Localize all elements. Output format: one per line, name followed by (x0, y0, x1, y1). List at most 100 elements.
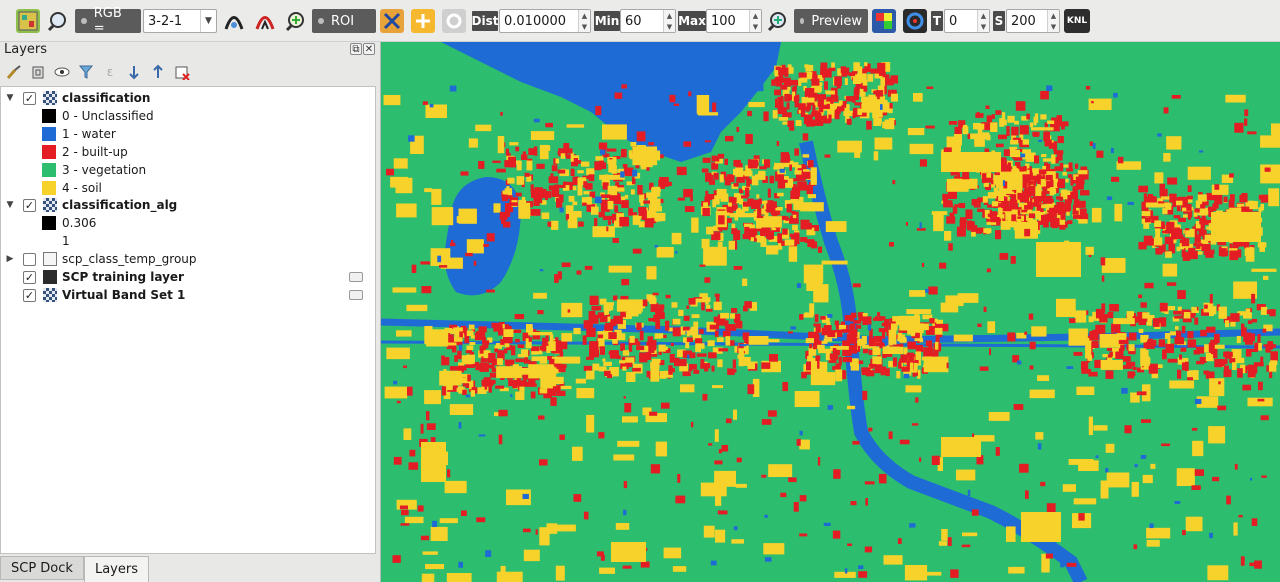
chevron-down-icon[interactable]: ▼ (5, 93, 15, 103)
chevron-down-icon[interactable]: ▼ (5, 200, 15, 210)
builtup-patch (907, 341, 916, 350)
soil-patch (656, 247, 674, 258)
builtup-patch (911, 423, 919, 426)
filter-icon[interactable] (76, 62, 96, 82)
add-roi-icon[interactable] (411, 9, 435, 33)
close-panel-icon[interactable]: ✕ (363, 43, 375, 55)
tab-scp-dock[interactable]: SCP Dock (0, 556, 84, 580)
soil-patch (1199, 208, 1208, 216)
builtup-patch (928, 286, 938, 295)
visibility-checkbox[interactable]: ✓ (23, 198, 36, 212)
preview-toggle[interactable]: Preview (794, 9, 868, 33)
redo-preview-icon[interactable] (872, 9, 896, 33)
soil-patch (509, 142, 519, 146)
layer-row-training[interactable]: ✓ SCP training layer (1, 268, 371, 286)
builtup-patch (1105, 370, 1114, 379)
knl-icon[interactable]: KNL (1064, 9, 1090, 33)
rgb-value: 3-2-1 (148, 13, 183, 29)
legend-item: 0.306 (1, 214, 371, 232)
spin-arrows-icon[interactable]: ▲ ▼ (1047, 10, 1059, 32)
layer-row-classification-alg[interactable]: ▼ ✓ classification_alg (1, 196, 371, 214)
builtup-patch (1029, 365, 1034, 370)
roi-toggle[interactable]: ROI (312, 9, 376, 33)
tab-layers[interactable]: Layers (83, 556, 149, 582)
soil-patch (915, 351, 921, 360)
size-spinbox[interactable]: 200 ▲ ▼ (1006, 9, 1060, 33)
builtup-patch (548, 185, 557, 191)
dock-tabs: SCP Dock Layers (0, 556, 149, 582)
builtup-patch (658, 351, 662, 355)
layer-indicator-icon[interactable] (349, 290, 363, 300)
layer-row-group[interactable]: ▶ scp_class_temp_group (1, 250, 371, 268)
min-spinbox[interactable]: 60 ▲ ▼ (620, 9, 676, 33)
layer-row-bandset[interactable]: ✓ Virtual Band Set 1 (1, 286, 371, 304)
builtup-patch (621, 200, 629, 208)
builtup-patch (535, 192, 542, 196)
builtup-patch (809, 343, 813, 349)
zoom-to-preview-icon[interactable] (766, 9, 790, 33)
layer-row-classification[interactable]: ▼ ✓ classification (1, 89, 371, 107)
water-patch (485, 550, 492, 557)
chevron-down-icon[interactable]: ▼ (200, 10, 216, 32)
builtup-patch (1034, 155, 1040, 164)
soil-patch (825, 90, 835, 95)
builtup-patch (400, 523, 410, 526)
map-canvas[interactable] (380, 42, 1280, 582)
builtup-patch (1159, 302, 1168, 312)
style-manager-icon[interactable] (4, 62, 24, 82)
spin-arrows-icon[interactable]: ▲ ▼ (578, 10, 590, 32)
zoom-input-image-icon[interactable] (46, 9, 70, 33)
spin-arrows-icon[interactable]: ▲ ▼ (977, 10, 989, 32)
soil-patch (622, 350, 630, 356)
spin-arrows-icon[interactable]: ▲ ▼ (663, 10, 675, 32)
zoom-to-roi-icon[interactable] (284, 9, 308, 33)
add-group-icon[interactable] (28, 62, 48, 82)
float-panel-icon[interactable]: ⧉ (350, 43, 362, 55)
builtup-patch (1244, 109, 1249, 117)
builtup-patch (494, 348, 499, 353)
builtup-patch (1229, 250, 1239, 261)
water-patch (1020, 153, 1026, 158)
soil-patch (1077, 170, 1088, 175)
soil-patch (884, 119, 895, 130)
create-roi-icon[interactable] (380, 9, 404, 33)
visibility-checkbox[interactable]: ✓ (23, 288, 36, 302)
soil-patch (577, 178, 583, 196)
remove-layer-icon[interactable] (172, 62, 192, 82)
visibility-checkbox[interactable] (23, 252, 36, 266)
spin-arrows-icon[interactable]: ▲ ▼ (749, 10, 761, 32)
local-cumulative-stretch-icon[interactable] (222, 9, 246, 33)
builtup-patch (1144, 282, 1154, 289)
soil-patch (515, 391, 525, 400)
visibility-checkbox[interactable]: ✓ (23, 91, 36, 105)
max-value: 100 (711, 13, 736, 29)
builtup-patch (658, 304, 665, 310)
rgb-combo[interactable]: 3-2-1 ▼ (143, 9, 217, 33)
builtup-patch (583, 511, 589, 520)
builtup-patch (1095, 308, 1104, 319)
builtup-patch (538, 415, 545, 420)
chevron-right-icon[interactable]: ▶ (5, 254, 15, 264)
builtup-patch (1025, 490, 1029, 499)
builtup-patch (1187, 211, 1191, 220)
redo-roi-icon[interactable] (442, 9, 466, 33)
transparency-spinbox[interactable]: 0 ▲ ▼ (944, 9, 990, 33)
scp-dock-icon[interactable] (16, 9, 40, 33)
builtup-patch (637, 185, 643, 195)
builtup-patch (530, 209, 541, 216)
soil-patch (883, 555, 903, 565)
dist-spinbox[interactable]: 0.010000 ▲ ▼ (499, 9, 591, 33)
layer-indicator-icon[interactable] (349, 272, 363, 282)
rgb-toggle[interactable]: RGB = (75, 6, 141, 36)
soil-patch (784, 239, 795, 246)
refresh-preview-icon[interactable] (903, 9, 927, 33)
max-spinbox[interactable]: 100 ▲ ▼ (706, 9, 762, 33)
builtup-patch (1006, 126, 1010, 137)
max-label: Max (678, 11, 706, 31)
collapse-all-icon[interactable] (148, 62, 168, 82)
visibility-eye-icon[interactable] (52, 62, 72, 82)
local-std-dev-stretch-icon[interactable] (253, 9, 277, 33)
visibility-checkbox[interactable]: ✓ (23, 270, 36, 284)
expand-all-icon[interactable] (124, 62, 144, 82)
builtup-patch (465, 252, 473, 257)
